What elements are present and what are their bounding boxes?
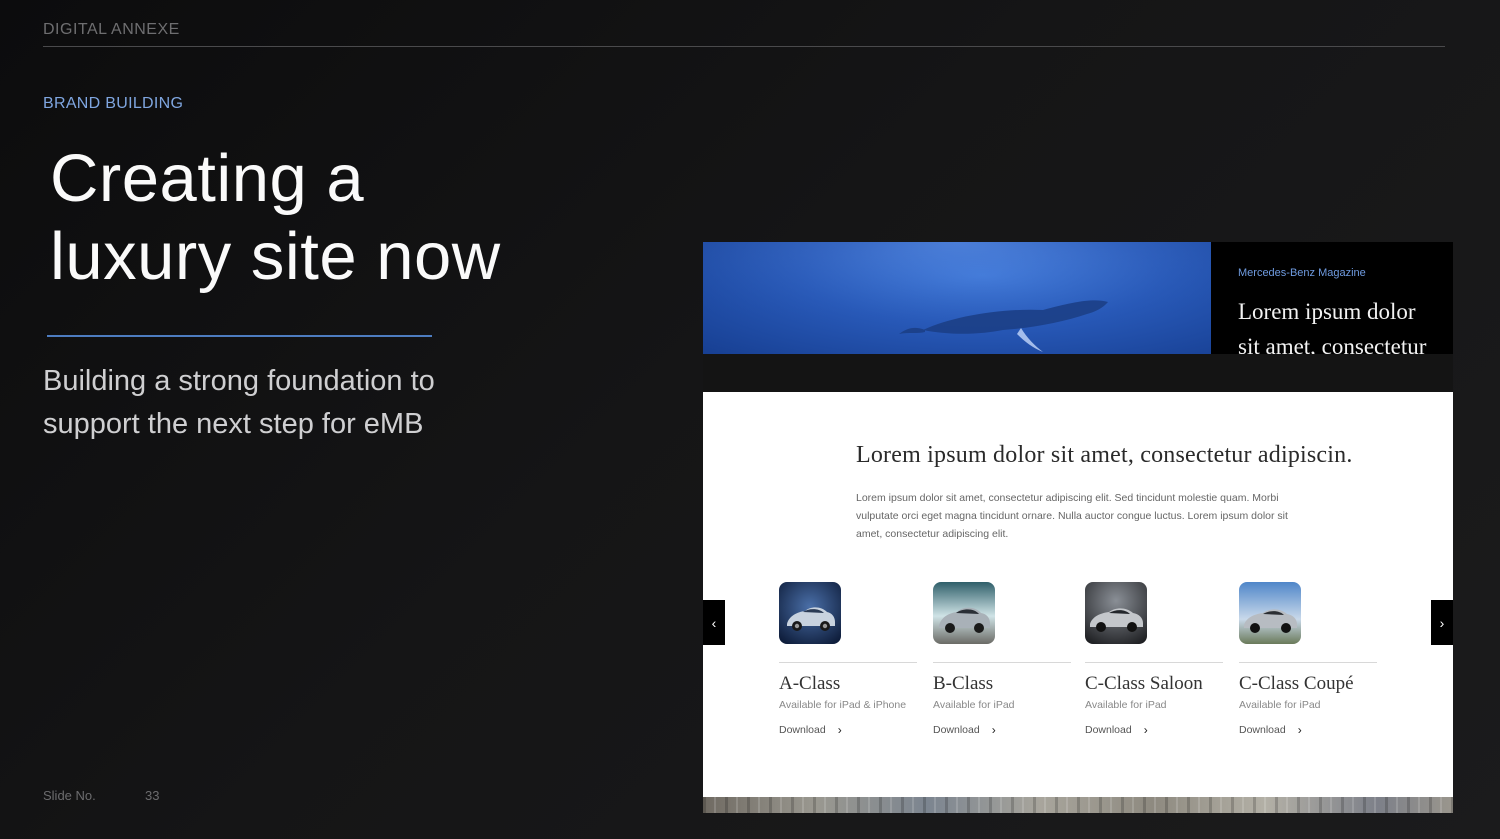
- app-card: A-Class Available for iPad & iPhone Down…: [779, 582, 919, 737]
- a-class-car-icon[interactable]: [779, 582, 841, 644]
- app-availability: Available for iPad & iPhone: [779, 699, 907, 711]
- magazine-title: Lorem ipsum dolor sit amet, consectetur: [1238, 299, 1427, 354]
- app-name: C-Class Saloon: [1085, 673, 1203, 694]
- header-divider: [43, 46, 1445, 47]
- slide-number: 33: [145, 788, 160, 803]
- slide-subhead: Building a strong foundation to support …: [43, 360, 513, 446]
- download-link[interactable]: Download ›: [933, 723, 1073, 737]
- accent-divider: [47, 335, 432, 337]
- magazine-label: Mercedes-Benz Magazine: [1238, 267, 1366, 279]
- headline-line-1: Creating a: [50, 141, 365, 216]
- c-class-coupe-car-icon[interactable]: [1239, 582, 1301, 644]
- app-divider: [933, 662, 1071, 663]
- app-availability: Available for iPad: [933, 699, 1015, 711]
- headline-line-2: luxury site now: [50, 219, 501, 294]
- download-label: Download: [1239, 724, 1286, 736]
- carousel-next-button[interactable]: ›: [1431, 600, 1453, 645]
- download-link[interactable]: Download ›: [779, 723, 919, 737]
- slide-headline: Creating a luxury site now: [50, 140, 501, 296]
- app-availability: Available for iPad: [1085, 699, 1167, 711]
- intro-title: Lorem ipsum dolor sit amet, consectetur …: [856, 442, 1353, 468]
- website-mockup: Mercedes-Benz Magazine Lorem ipsum dolor…: [703, 242, 1453, 813]
- app-divider: [1239, 662, 1377, 663]
- app-card: C-Class Saloon Available for iPad Downlo…: [1085, 582, 1225, 737]
- chevron-right-icon: ›: [837, 723, 842, 737]
- app-name: C-Class Coupé: [1239, 673, 1354, 694]
- magazine-teaser[interactable]: Mercedes-Benz Magazine Lorem ipsum dolor…: [1211, 242, 1453, 354]
- section-label: DIGITAL ANNEXE: [43, 21, 180, 38]
- app-name: B-Class: [933, 673, 994, 694]
- slide-number-label: Slide No.: [43, 788, 96, 803]
- chevron-left-icon: ‹: [711, 614, 717, 631]
- app-availability: Available for iPad: [1239, 699, 1321, 711]
- hero-whale-image[interactable]: [703, 242, 1211, 354]
- subhead-line-2: support the next step for eMB: [43, 408, 424, 440]
- chevron-right-icon: ›: [991, 723, 996, 737]
- city-skyline-image: [703, 797, 1453, 813]
- chevron-right-icon: ›: [1297, 723, 1302, 737]
- eyebrow-label: BRAND BUILDING: [43, 95, 184, 112]
- download-label: Download: [933, 724, 980, 736]
- dark-band: [703, 354, 1453, 392]
- chevron-right-icon: ›: [1143, 723, 1148, 737]
- intro-body: Lorem ipsum dolor sit amet, consectetur …: [856, 492, 1288, 540]
- whale-illustration: [703, 242, 1211, 354]
- app-card: B-Class Available for iPad Download ›: [933, 582, 1073, 737]
- download-link[interactable]: Download ›: [1239, 723, 1379, 737]
- carousel-prev-button[interactable]: ‹: [703, 600, 725, 645]
- chevron-right-icon: ›: [1439, 614, 1445, 631]
- download-label: Download: [1085, 724, 1132, 736]
- apps-panel: Lorem ipsum dolor sit amet, consectetur …: [703, 392, 1453, 797]
- app-divider: [779, 662, 917, 663]
- app-carousel: A-Class Available for iPad & iPhone Down…: [779, 582, 1379, 742]
- app-card: C-Class Coupé Available for iPad Downloa…: [1239, 582, 1379, 737]
- b-class-car-icon[interactable]: [933, 582, 995, 644]
- app-divider: [1085, 662, 1223, 663]
- download-link[interactable]: Download ›: [1085, 723, 1225, 737]
- c-class-saloon-car-icon[interactable]: [1085, 582, 1147, 644]
- subhead-line-1: Building a strong foundation to: [43, 365, 435, 397]
- app-name: A-Class: [779, 673, 841, 694]
- download-label: Download: [779, 724, 826, 736]
